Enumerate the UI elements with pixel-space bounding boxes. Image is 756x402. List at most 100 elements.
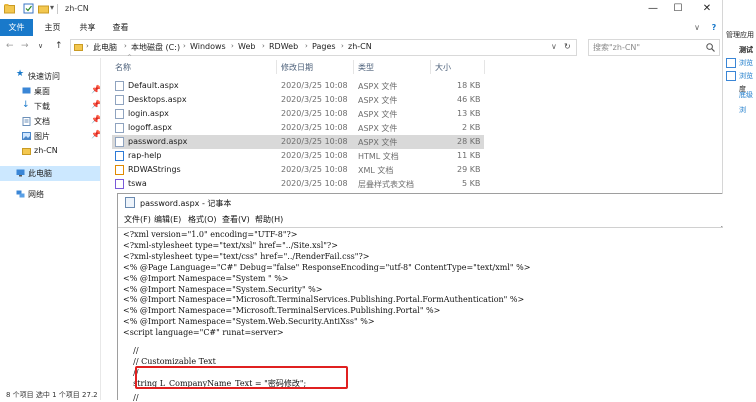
panel-link[interactable]: 浏览 (739, 58, 753, 68)
breadcrumb-rdweb[interactable]: RDWeb (269, 42, 298, 51)
menu-edit[interactable]: 编辑(E) (154, 214, 181, 225)
file-row[interactable]: Desktops.aspx 2020/3/25 10:08 ASPX 文件 46… (112, 93, 484, 107)
menu-view[interactable]: 查看(V) (222, 214, 250, 225)
aspx-file-icon (115, 109, 124, 119)
column-header-name[interactable]: 名称 (115, 62, 131, 73)
file-row[interactable]: rap-help 2020/3/25 10:08 HTML 文档 11 KB (112, 149, 484, 163)
column-separator[interactable] (484, 60, 485, 74)
help-icon[interactable]: ? (707, 19, 721, 36)
panel-link[interactable]: 浏 (739, 105, 746, 115)
close-button[interactable]: ✕ (700, 2, 714, 16)
column-separator[interactable] (353, 60, 354, 74)
breadcrumb-separator: › (231, 42, 234, 50)
file-type: ASPX 文件 (358, 137, 397, 148)
column-header-date[interactable]: 修改日期 (281, 62, 313, 73)
breadcrumb-separator: › (305, 42, 308, 50)
file-name: login.aspx (128, 109, 169, 118)
customize-quick-access-icon[interactable]: ▾ (50, 3, 61, 14)
menu-file[interactable]: 文件(F) (124, 214, 151, 225)
breadcrumb-pages[interactable]: Pages (312, 42, 336, 51)
panel-link[interactable]: 底级 (739, 90, 753, 100)
panel-checkbox-icon[interactable] (726, 71, 736, 81)
back-button[interactable]: ← (6, 41, 14, 51)
column-separator[interactable] (430, 60, 431, 74)
file-row[interactable]: tswa 2020/3/25 10:08 层叠样式表文档 5 KB (112, 177, 484, 191)
aspx-file-icon (115, 95, 124, 105)
file-size: 5 KB (462, 179, 480, 188)
up-button[interactable]: ↑ (55, 41, 63, 51)
breadcrumb-zh-cn[interactable]: zh-CN (348, 42, 372, 51)
file-name: tswa (128, 179, 147, 188)
file-name: logoff.aspx (128, 123, 172, 132)
refresh-icon[interactable]: ↻ (564, 42, 571, 51)
file-row[interactable]: logoff.aspx 2020/3/25 10:08 ASPX 文件 2 KB (112, 121, 484, 135)
html-file-icon (115, 151, 124, 161)
status-bar: 8 个项目 选中 1 个项目 27.2 (0, 389, 120, 400)
css-file-icon (115, 179, 124, 189)
tab-view[interactable]: 查看 (104, 19, 137, 36)
sidebar-item-label: zh-CN (34, 146, 58, 155)
file-type: XML 文档 (358, 165, 393, 176)
notepad-title-bar: password.aspx - 记事本 (118, 194, 723, 212)
file-size: 28 KB (457, 137, 480, 146)
search-icon (706, 43, 715, 52)
breadcrumb-this-pc[interactable]: 此电脑 (93, 42, 117, 53)
tab-home[interactable]: 主页 (36, 19, 69, 36)
sidebar-item-pictures[interactable]: 图片 📌 (0, 129, 104, 144)
file-row[interactable]: login.aspx 2020/3/25 10:08 ASPX 文件 13 KB (112, 107, 484, 121)
recent-locations-button[interactable]: ∨ (38, 42, 43, 50)
menu-format[interactable]: 格式(O) (188, 214, 217, 225)
aspx-file-icon (115, 81, 124, 91)
properties-icon[interactable] (23, 3, 34, 14)
maximize-button[interactable]: ☐ (671, 2, 685, 16)
tab-share[interactable]: 共享 (71, 19, 104, 36)
minimize-button[interactable]: — (646, 2, 660, 16)
sidebar-item-quick-access[interactable]: ★ 快速访问 (0, 69, 104, 84)
breadcrumb-separator: › (262, 42, 265, 50)
file-type: ASPX 文件 (358, 95, 397, 106)
aspx-file-icon (115, 137, 124, 147)
tab-file[interactable]: 文件 (0, 19, 33, 36)
breadcrumb-separator: › (183, 42, 186, 50)
file-type: ASPX 文件 (358, 109, 397, 120)
star-icon: ★ (16, 69, 25, 77)
panel-link[interactable]: 浏览 (739, 71, 753, 81)
ribbon-expand-icon[interactable]: ∨ (690, 19, 704, 36)
search-input[interactable]: 搜索"zh-CN" (588, 39, 720, 56)
computer-icon (16, 169, 25, 177)
column-separator[interactable] (276, 60, 277, 74)
address-dropdown-icon[interactable]: ∨ (551, 42, 557, 51)
file-name: rap-help (128, 151, 161, 160)
sidebar-item-desktop[interactable]: 桌面 📌 (0, 84, 104, 99)
forward-button[interactable]: → (21, 41, 29, 51)
sidebar-item-downloads[interactable]: ↓ 下载 📌 (0, 99, 104, 114)
file-date: 2020/3/25 10:08 (281, 165, 348, 174)
breadcrumb-local-disk[interactable]: 本地磁盘 (C:) (131, 42, 180, 53)
panel-checkbox-icon[interactable] (726, 58, 736, 68)
file-date: 2020/3/25 10:08 (281, 95, 348, 104)
folder-icon (4, 3, 15, 14)
title-separator (57, 4, 58, 14)
sidebar-item-label: 此电脑 (28, 168, 52, 179)
file-date: 2020/3/25 10:08 (281, 137, 348, 146)
pictures-icon (22, 132, 31, 140)
breadcrumb-windows[interactable]: Windows (190, 42, 226, 51)
file-row[interactable]: RDWAStrings 2020/3/25 10:08 XML 文档 29 KB (112, 163, 484, 177)
file-row-selected[interactable]: password.aspx 2020/3/25 10:08 ASPX 文件 28… (112, 135, 484, 149)
column-header-type[interactable]: 类型 (358, 62, 374, 73)
file-date: 2020/3/25 10:08 (281, 179, 348, 188)
sidebar-item-this-pc[interactable]: 此电脑 (0, 166, 100, 181)
breadcrumb-web[interactable]: Web (238, 42, 255, 51)
code-line: <% @Page Language="C#" Debug="false" Res… (123, 263, 530, 274)
panel-subheading: 测试 (739, 45, 753, 55)
address-bar[interactable]: › 此电脑 › 本地磁盘 (C:) › Windows › Web › RDWe… (70, 39, 577, 56)
desktop-icon (22, 87, 31, 95)
sidebar-item-documents[interactable]: 文档 📌 (0, 114, 104, 129)
sidebar-item-network[interactable]: 网络 (0, 187, 104, 202)
menu-help[interactable]: 帮助(H) (255, 214, 283, 225)
sidebar-item-zh-cn[interactable]: zh-CN (0, 144, 104, 159)
new-folder-icon[interactable] (38, 3, 49, 14)
file-row[interactable]: Default.aspx 2020/3/25 10:08 ASPX 文件 18 … (112, 79, 484, 93)
column-header-size[interactable]: 大小 (435, 62, 451, 73)
ribbon-tabs: 文件 主页 共享 查看 ∨ ? (0, 19, 722, 37)
